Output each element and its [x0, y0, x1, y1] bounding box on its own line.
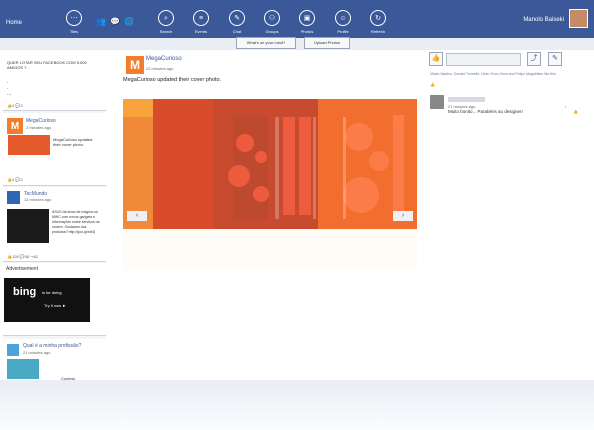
photos-label: Photos — [300, 29, 314, 34]
post-author[interactable]: MegaCurioso — [146, 56, 182, 62]
groups-icon: ⚇ — [264, 10, 280, 26]
previous-photo-button[interactable]: ‹ — [127, 211, 147, 221]
photos-icon: ▣ — [299, 10, 315, 26]
post-image[interactable] — [7, 209, 49, 243]
post-time: 22 minutes ago — [146, 66, 174, 71]
megacurioso-cover-art — [123, 99, 417, 270]
chat-icon: ✎ — [229, 10, 245, 26]
post-author[interactable]: Qual é a minha profissão? — [23, 343, 81, 349]
bing-ad-image[interactable]: bing is for doing Try it now ► — [4, 278, 90, 322]
refresh-label: Refresh — [370, 29, 385, 34]
bing-cta: Try it now ► — [44, 303, 67, 308]
post-image[interactable] — [7, 359, 39, 379]
messages-icon[interactable]: 💬 — [110, 17, 120, 26]
expanded-post[interactable]: M MegaCurioso 22 minutes ago MegaCurioso… — [122, 51, 418, 380]
tiles-button[interactable]: ⋯ Tiles — [56, 10, 92, 34]
like-count-icon: 👍 — [430, 82, 435, 87]
ad-title: Advertisement — [6, 266, 38, 272]
commenter-name-redacted — [448, 97, 485, 102]
post-text: ASUS dá show de mágica na MWC com novos … — [52, 210, 100, 234]
bing-logo: bing — [13, 286, 37, 298]
share-button[interactable]: ⤴ — [527, 52, 541, 66]
refresh-button[interactable]: ↻ Refresh — [360, 10, 396, 34]
post-text: MegaCurioso updated their cover photo. — [123, 77, 222, 83]
commenter-avatar[interactable] — [430, 95, 444, 109]
profile-label: Profile — [337, 29, 349, 34]
search-icon: ⌕ — [158, 10, 174, 26]
post-author[interactable]: MegaCurioso — [26, 118, 56, 124]
next-photo-button[interactable]: › — [393, 211, 413, 221]
events-icon: ≡ — [193, 10, 209, 26]
post-time: 12 minutes ago — [24, 197, 52, 202]
post-text: QUER LOTAR SEU FACEBOOK COM 5.000 AMIGOS… — [7, 60, 87, 70]
megacurioso-avatar[interactable]: M — [126, 56, 144, 74]
events-button[interactable]: ≡ Events — [183, 10, 219, 34]
quick-icons-group: 👥 💬 🌐 — [96, 17, 134, 26]
tiles-label: Tiles — [69, 29, 79, 34]
post-time: 2 minutes ago — [26, 125, 52, 130]
post-comment-button[interactable]: ✎ — [548, 52, 562, 66]
post-reactions: 👍4 💬3 — [7, 177, 23, 182]
photos-button[interactable]: ▣ Photos — [289, 10, 325, 34]
comment-menu-icon[interactable]: › — [565, 104, 566, 109]
events-label: Events — [194, 29, 208, 34]
feed-post-card[interactable]: QUER LOTAR SEU FACEBOOK COM 5.000 AMIGOS… — [3, 55, 106, 111]
cover-photo-thumbnail[interactable] — [8, 135, 50, 155]
home-link[interactable]: Home — [6, 20, 22, 26]
friend-requests-icon[interactable]: 👥 — [96, 17, 106, 26]
profile-button[interactable]: ☺ Profile — [325, 10, 361, 34]
advertisement-card[interactable]: Advertisement bing is for doing Try it n… — [3, 263, 106, 336]
megacurioso-avatar: M — [7, 118, 23, 134]
like-button[interactable]: 👍 — [429, 52, 443, 66]
chat-label: Chat — [232, 29, 242, 34]
likers-text: Vitalio Martins, Donald Tunnelle, Deen S… — [430, 72, 557, 76]
comment-input[interactable] — [446, 53, 521, 66]
search-label: Search — [159, 29, 173, 34]
post-text: MegaCurioso updated their cover photo. — [53, 137, 93, 147]
feed-post-card[interactable]: M MegaCurioso 2 minutes ago MegaCurioso … — [3, 113, 106, 186]
search-button[interactable]: ⌕ Search — [148, 10, 184, 34]
refresh-icon: ↻ — [370, 10, 386, 26]
groups-label: Groups — [265, 29, 279, 34]
action-bar — [0, 38, 594, 50]
page-avatar — [7, 344, 19, 356]
comment-like-icon[interactable]: 👍 — [573, 109, 578, 114]
upload-photos-button[interactable]: Upload Photos — [304, 37, 350, 49]
post-time: 21 minutes ago — [23, 350, 51, 355]
bottom-reflection — [0, 380, 594, 430]
news-feed-column: QUER LOTAR SEU FACEBOOK COM 5.000 AMIGOS… — [3, 55, 106, 426]
post-reactions: 👍4 💬3 — [7, 103, 23, 108]
current-user-name[interactable]: Manolo Baiseki — [523, 17, 564, 23]
tiles-icon: ⋯ — [66, 10, 82, 26]
whats-on-your-mind-button[interactable]: What's on your mind? — [236, 37, 296, 49]
profile-icon: ☺ — [335, 10, 351, 26]
feed-post-card[interactable]: TecMundo 12 minutes ago ASUS dá show de … — [3, 187, 106, 262]
tecmundo-avatar — [7, 191, 20, 204]
chat-button[interactable]: ✎ Chat — [219, 10, 255, 34]
post-details-panel: 👍 ⤴ ✎ Vitalio Martins, Donald Tunnelle, … — [425, 51, 587, 380]
post-reactions: 👍128 💬58 ↪62 — [7, 254, 39, 259]
bing-slogan: is for doing — [42, 290, 62, 295]
cover-photo[interactable]: ‹ › — [123, 99, 417, 270]
groups-button[interactable]: ⚇ Groups — [254, 10, 290, 34]
facebook-windows-app: Home ⋯ Tiles 👥 💬 🌐 ⌕ Search ≡ Events ✎ Chat … — [0, 0, 594, 430]
notifications-globe-icon[interactable]: 🌐 — [124, 17, 134, 26]
top-navigation-bar: Home ⋯ Tiles 👥 💬 🌐 ⌕ Search ≡ Events ✎ Chat … — [0, 0, 594, 42]
ellipsis-text: ..... — [7, 79, 12, 97]
current-user-avatar[interactable] — [569, 9, 588, 28]
comment-text: Muito bonito... Parabéns ao designer! — [448, 109, 523, 114]
